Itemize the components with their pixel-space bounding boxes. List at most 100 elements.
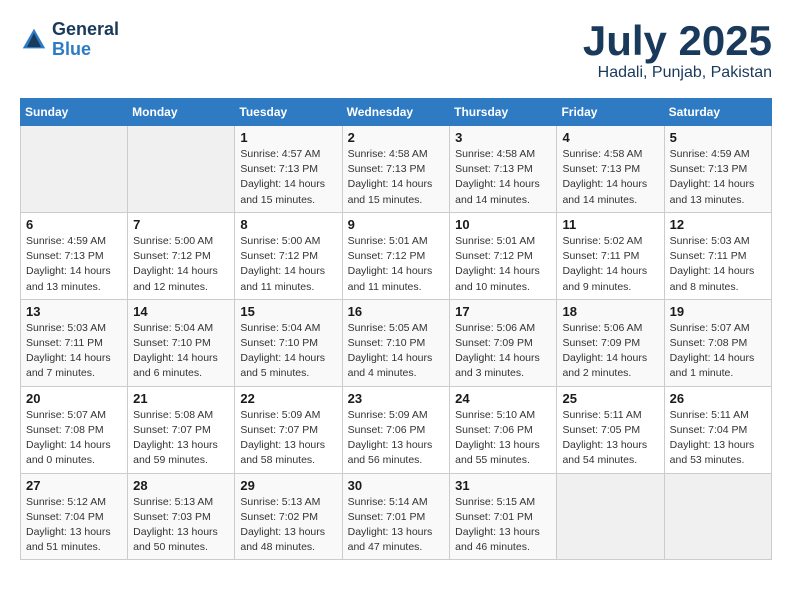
calendar-cell: 14 Sunrise: 5:04 AM Sunset: 7:10 PM Dayli… (128, 299, 235, 386)
weekday-header: Sunday (21, 99, 128, 126)
day-number: 28 (133, 478, 229, 493)
calendar-cell: 4 Sunrise: 4:58 AM Sunset: 7:13 PM Daylig… (557, 126, 664, 213)
day-info: Sunrise: 5:03 AM Sunset: 7:11 PM Dayligh… (26, 321, 122, 382)
calendar-cell: 24Sunrise: 5:10 AM Sunset: 7:06 PM Dayli… (450, 386, 557, 473)
weekday-header: Monday (128, 99, 235, 126)
day-number: 29 (240, 478, 336, 493)
calendar-week-row: 27 Sunrise: 5:12 AM Sunset: 7:04 PM Dayli… (21, 473, 772, 560)
calendar-week-row: 1 Sunrise: 4:57 AM Sunset: 7:13 PM Daylig… (21, 126, 772, 213)
calendar-cell: 11Sunrise: 5:02 AM Sunset: 7:11 PM Dayli… (557, 212, 664, 299)
day-info: Sunrise: 5:10 AM Sunset: 7:06 PM Dayligh… (455, 408, 551, 469)
day-info: Sunrise: 5:02 AM Sunset: 7:11 PM Dayligh… (562, 234, 658, 295)
day-info: Sunrise: 5:00 AM Sunset: 7:12 PM Dayligh… (240, 234, 336, 295)
calendar-cell: 27 Sunrise: 5:12 AM Sunset: 7:04 PM Dayli… (21, 473, 128, 560)
calendar-cell: 17 Sunrise: 5:06 AM Sunset: 7:09 PM Dayli… (450, 299, 557, 386)
calendar-cell (128, 126, 235, 213)
weekday-header: Wednesday (342, 99, 450, 126)
calendar-cell: 7 Sunrise: 5:00 AM Sunset: 7:12 PM Daylig… (128, 212, 235, 299)
day-number: 17 (455, 304, 551, 319)
calendar-week-row: 13Sunrise: 5:03 AM Sunset: 7:11 PM Dayli… (21, 299, 772, 386)
day-info: Sunrise: 5:03 AM Sunset: 7:11 PM Dayligh… (670, 234, 766, 295)
day-number: 4 (562, 130, 658, 145)
calendar: SundayMondayTuesdayWednesdayThursdayFrid… (20, 98, 772, 560)
day-info: Sunrise: 4:59 AM Sunset: 7:13 PM Dayligh… (26, 234, 122, 295)
calendar-cell: 3 Sunrise: 4:58 AM Sunset: 7:13 PM Daylig… (450, 126, 557, 213)
day-number: 14 (133, 304, 229, 319)
calendar-cell (664, 473, 771, 560)
calendar-cell: 9Sunrise: 5:01 AM Sunset: 7:12 PM Daylig… (342, 212, 450, 299)
calendar-cell: 31Sunrise: 5:15 AM Sunset: 7:01 PM Dayli… (450, 473, 557, 560)
calendar-cell (557, 473, 664, 560)
weekday-header: Saturday (664, 99, 771, 126)
calendar-cell: 28 Sunrise: 5:13 AM Sunset: 7:03 PM Dayli… (128, 473, 235, 560)
day-info: Sunrise: 5:05 AM Sunset: 7:10 PM Dayligh… (348, 321, 445, 382)
day-number: 8 (240, 217, 336, 232)
day-number: 3 (455, 130, 551, 145)
calendar-cell: 21 Sunrise: 5:08 AM Sunset: 7:07 PM Dayli… (128, 386, 235, 473)
day-info: Sunrise: 4:58 AM Sunset: 7:13 PM Dayligh… (348, 147, 445, 208)
day-number: 6 (26, 217, 122, 232)
day-info: Sunrise: 5:00 AM Sunset: 7:12 PM Dayligh… (133, 234, 229, 295)
day-info: Sunrise: 5:06 AM Sunset: 7:09 PM Dayligh… (455, 321, 551, 382)
day-info: Sunrise: 5:09 AM Sunset: 7:06 PM Dayligh… (348, 408, 445, 469)
calendar-cell: 13Sunrise: 5:03 AM Sunset: 7:11 PM Dayli… (21, 299, 128, 386)
weekday-header: Thursday (450, 99, 557, 126)
calendar-cell: 30 Sunrise: 5:14 AM Sunset: 7:01 PM Dayli… (342, 473, 450, 560)
day-info: Sunrise: 4:58 AM Sunset: 7:13 PM Dayligh… (455, 147, 551, 208)
day-number: 1 (240, 130, 336, 145)
day-info: Sunrise: 5:09 AM Sunset: 7:07 PM Dayligh… (240, 408, 336, 469)
day-number: 31 (455, 478, 551, 493)
day-info: Sunrise: 5:11 AM Sunset: 7:04 PM Dayligh… (670, 408, 766, 469)
calendar-cell: 15 Sunrise: 5:04 AM Sunset: 7:10 PM Dayli… (235, 299, 342, 386)
calendar-cell: 20 Sunrise: 5:07 AM Sunset: 7:08 PM Dayli… (21, 386, 128, 473)
day-info: Sunrise: 5:14 AM Sunset: 7:01 PM Dayligh… (348, 495, 445, 556)
calendar-cell: 22 Sunrise: 5:09 AM Sunset: 7:07 PM Dayli… (235, 386, 342, 473)
day-number: 19 (670, 304, 766, 319)
day-number: 20 (26, 391, 122, 406)
calendar-cell: 29 Sunrise: 5:13 AM Sunset: 7:02 PM Dayli… (235, 473, 342, 560)
day-info: Sunrise: 4:57 AM Sunset: 7:13 PM Dayligh… (240, 147, 336, 208)
calendar-cell: 2 Sunrise: 4:58 AM Sunset: 7:13 PM Daylig… (342, 126, 450, 213)
calendar-cell: 23 Sunrise: 5:09 AM Sunset: 7:06 PM Dayli… (342, 386, 450, 473)
day-info: Sunrise: 5:04 AM Sunset: 7:10 PM Dayligh… (240, 321, 336, 382)
day-number: 22 (240, 391, 336, 406)
day-info: Sunrise: 5:04 AM Sunset: 7:10 PM Dayligh… (133, 321, 229, 382)
month-title: July 2025 (583, 20, 772, 62)
day-number: 10 (455, 217, 551, 232)
day-number: 23 (348, 391, 445, 406)
day-info: Sunrise: 5:07 AM Sunset: 7:08 PM Dayligh… (670, 321, 766, 382)
calendar-cell (21, 126, 128, 213)
day-number: 9 (348, 217, 445, 232)
day-info: Sunrise: 5:12 AM Sunset: 7:04 PM Dayligh… (26, 495, 122, 556)
day-info: Sunrise: 5:07 AM Sunset: 7:08 PM Dayligh… (26, 408, 122, 469)
calendar-cell: 5 Sunrise: 4:59 AM Sunset: 7:13 PM Daylig… (664, 126, 771, 213)
day-info: Sunrise: 5:01 AM Sunset: 7:12 PM Dayligh… (455, 234, 551, 295)
day-info: Sunrise: 5:13 AM Sunset: 7:03 PM Dayligh… (133, 495, 229, 556)
location-title: Hadali, Punjab, Pakistan (583, 64, 772, 82)
calendar-cell: 6 Sunrise: 4:59 AM Sunset: 7:13 PM Daylig… (21, 212, 128, 299)
day-info: Sunrise: 5:08 AM Sunset: 7:07 PM Dayligh… (133, 408, 229, 469)
calendar-week-row: 6 Sunrise: 4:59 AM Sunset: 7:13 PM Daylig… (21, 212, 772, 299)
logo: General Blue (20, 20, 119, 60)
day-number: 7 (133, 217, 229, 232)
day-info: Sunrise: 5:06 AM Sunset: 7:09 PM Dayligh… (562, 321, 658, 382)
day-info: Sunrise: 4:59 AM Sunset: 7:13 PM Dayligh… (670, 147, 766, 208)
weekday-header: Friday (557, 99, 664, 126)
day-number: 2 (348, 130, 445, 145)
day-number: 27 (26, 478, 122, 493)
calendar-cell: 16 Sunrise: 5:05 AM Sunset: 7:10 PM Dayli… (342, 299, 450, 386)
day-number: 18 (562, 304, 658, 319)
calendar-cell: 25 Sunrise: 5:11 AM Sunset: 7:05 PM Dayli… (557, 386, 664, 473)
day-info: Sunrise: 5:13 AM Sunset: 7:02 PM Dayligh… (240, 495, 336, 556)
day-number: 30 (348, 478, 445, 493)
calendar-cell: 8 Sunrise: 5:00 AM Sunset: 7:12 PM Daylig… (235, 212, 342, 299)
day-number: 12 (670, 217, 766, 232)
day-number: 21 (133, 391, 229, 406)
day-number: 25 (562, 391, 658, 406)
day-info: Sunrise: 5:11 AM Sunset: 7:05 PM Dayligh… (562, 408, 658, 469)
day-info: Sunrise: 4:58 AM Sunset: 7:13 PM Dayligh… (562, 147, 658, 208)
day-number: 15 (240, 304, 336, 319)
day-number: 16 (348, 304, 445, 319)
day-number: 5 (670, 130, 766, 145)
title-area: July 2025 Hadali, Punjab, Pakistan (583, 20, 772, 82)
